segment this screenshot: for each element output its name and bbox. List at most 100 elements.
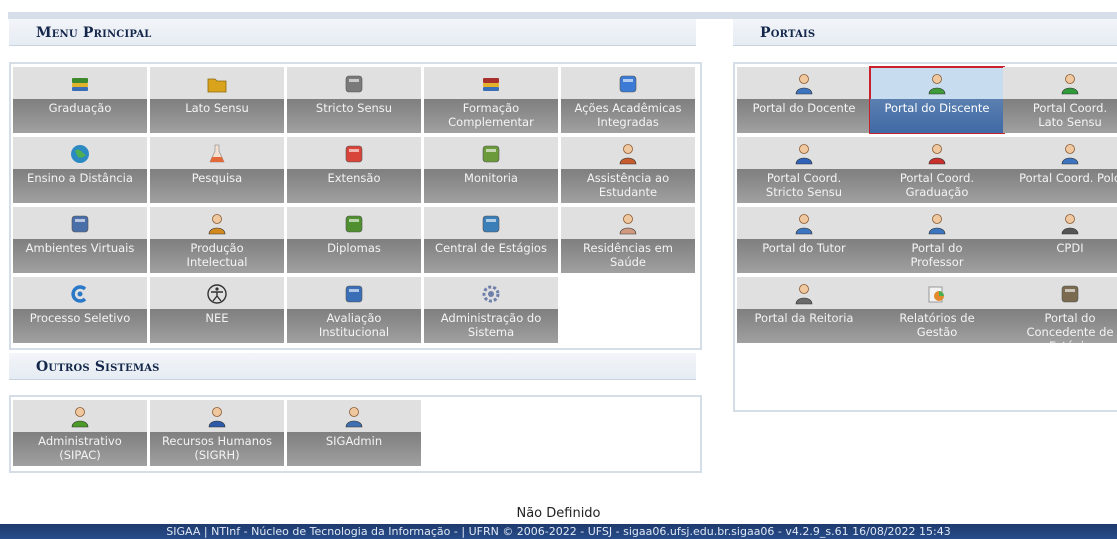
tile-label: Formação Complementar: [424, 99, 558, 133]
tile-central-de-estágios[interactable]: Central de Estágios: [424, 207, 558, 273]
footer-bar: SIGAA | NTInf - Núcleo de Tecnologia da …: [0, 524, 1117, 539]
tile-administração-do-sistema[interactable]: Administração do Sistema: [424, 277, 558, 343]
user-icon: [1059, 143, 1081, 165]
tile-label: Portal do Discente: [870, 99, 1004, 133]
tile-label: Administrativo (SIPAC): [13, 432, 147, 466]
tile-label: Portal da Reitoria: [737, 309, 871, 343]
portais-title: Portais: [760, 25, 816, 41]
tile-label: Portal Coord. Graduação: [870, 169, 1004, 203]
tile-label-line: Extensão: [327, 171, 381, 185]
tile-portal-coord-stricto-sensu[interactable]: Portal Coord. Stricto Sensu: [737, 137, 871, 203]
gift-icon: [343, 143, 365, 165]
outros-sistemas-title: Outros Sistemas: [36, 359, 160, 375]
tile-label: Portal do Professor: [870, 239, 1004, 273]
tile-label-line: Portal Coord.: [766, 171, 842, 185]
tile-label: Stricto Sensu: [287, 99, 421, 133]
user-icon: [206, 406, 228, 428]
tile-cpdi[interactable]: CPDI: [1003, 207, 1117, 273]
menu-principal-header: Menu Principal: [9, 19, 696, 46]
tile-extensão[interactable]: Extensão: [287, 137, 421, 203]
tile-nee[interactable]: NEE: [150, 277, 284, 343]
tile-assistência-ao-estudante[interactable]: Assistência ao Estudante: [561, 137, 695, 203]
tile-produção-intelectual[interactable]: Produção Intelectual: [150, 207, 284, 273]
tile-label: Ambientes Virtuais: [13, 239, 147, 273]
network-icon: [69, 213, 91, 235]
tile-label-line: Estágio: [1003, 339, 1117, 343]
tile-portal-coord-polo[interactable]: Portal Coord. Polo: [1003, 137, 1117, 203]
tile-label-line: CPDI: [1056, 241, 1084, 255]
tile-diplomas[interactable]: Diplomas: [287, 207, 421, 273]
tile-label-line: Portal do Tutor: [762, 241, 846, 255]
puzzle-users-icon: [69, 406, 91, 428]
charts-icon: [926, 283, 948, 305]
tile-portal-do-concedente-de[interactable]: Portal doConcedente deEstágio: [1003, 277, 1117, 343]
accessibility-icon: [206, 283, 228, 305]
tile-portal-da-reitoria[interactable]: Portal da Reitoria: [737, 277, 871, 343]
tile-label-line: (SIPAC): [59, 448, 101, 462]
tile-residências-em-saúde[interactable]: Residências em Saúde: [561, 207, 695, 273]
tile-recursos-humanos-sigrh-[interactable]: Recursos Humanos (SIGRH): [150, 400, 284, 466]
tile-label-line: Avaliação: [326, 311, 382, 325]
tile-monitoria[interactable]: Monitoria: [424, 137, 558, 203]
tile-label: Graduação: [13, 99, 147, 133]
tile-label-line: Complementar: [448, 115, 534, 129]
book-icon: [480, 73, 502, 95]
tile-ensino-a-distância[interactable]: Ensino a Distância: [13, 137, 147, 203]
diploma-icon: [343, 213, 365, 235]
tile-portal-do-discente[interactable]: Portal do Discente: [869, 66, 1005, 134]
tile-processo-seletivo[interactable]: Processo Seletivo: [13, 277, 147, 343]
puzzle-icon: [617, 73, 639, 95]
tile-graduação[interactable]: Graduação: [13, 67, 147, 133]
presentation-icon: [480, 143, 502, 165]
tile-portal-coord-graduação[interactable]: Portal Coord. Graduação: [870, 137, 1004, 203]
support-user-icon: [617, 143, 639, 165]
tile-label: Residências em Saúde: [561, 239, 695, 273]
tile-label-line: Gestão: [916, 325, 958, 339]
flask-icon: [206, 143, 228, 165]
tile-label-line: Stricto Sensu: [315, 101, 393, 115]
tile-lato-sensu[interactable]: Lato Sensu: [150, 67, 284, 133]
folder-icon: [206, 73, 228, 95]
tile-pesquisa[interactable]: Pesquisa: [150, 137, 284, 203]
tile-ações-acadêmicas-integradas[interactable]: Ações Acadêmicas Integradas: [561, 67, 695, 133]
tile-label-line: NEE: [205, 311, 229, 325]
c-logo-icon: [69, 283, 91, 305]
tile-portal-do-docente[interactable]: Portal do Docente: [737, 67, 871, 133]
tile-stricto-sensu[interactable]: Stricto Sensu: [287, 67, 421, 133]
tile-relatórios-de-gestão[interactable]: Relatórios de Gestão: [870, 277, 1004, 343]
tile-avaliação-institucional[interactable]: Avaliação Institucional: [287, 277, 421, 343]
tile-portal-coord-lato-sensu[interactable]: Portal Coord. Lato Sensu: [1003, 67, 1117, 133]
gear-icon: [480, 283, 502, 305]
tile-label: Diplomas: [287, 239, 421, 273]
tile-label: SIGAdmin: [287, 432, 421, 466]
tile-label: Ações Acadêmicas Integradas: [561, 99, 695, 133]
tile-ambientes-virtuais[interactable]: Ambientes Virtuais: [13, 207, 147, 273]
tile-formação-complementar[interactable]: Formação Complementar: [424, 67, 558, 133]
portais-header: Portais: [733, 19, 1117, 46]
tile-label-line: Relatórios de: [899, 311, 975, 325]
tile-label: Recursos Humanos (SIGRH): [150, 432, 284, 466]
user-check-icon: [206, 213, 228, 235]
tile-label-line: Estudante: [598, 185, 658, 199]
outros-sistemas-panel: Administrativo (SIPAC) Recursos Humanos (SI…: [9, 395, 702, 473]
safe-icon: [343, 73, 365, 95]
tile-label: Avaliação Institucional: [287, 309, 421, 343]
tile-label: Central de Estágios: [424, 239, 558, 273]
tile-administrativo-sipac-[interactable]: Administrativo (SIPAC): [13, 400, 147, 466]
tile-portal-do-professor[interactable]: Portal do Professor: [870, 207, 1004, 273]
tile-label-line: Concedente de: [1026, 325, 1114, 339]
tile-label: Lato Sensu: [150, 99, 284, 133]
tile-sigadmin[interactable]: SIGAdmin: [287, 400, 421, 466]
checklist-icon: [343, 283, 365, 305]
tile-label-line: (SIGRH): [194, 448, 240, 462]
tile-portal-do-tutor[interactable]: Portal do Tutor: [737, 207, 871, 273]
tile-label: Assistência ao Estudante: [561, 169, 695, 203]
tile-label: Portal Coord. Stricto Sensu: [737, 169, 871, 203]
user-icon: [793, 143, 815, 165]
tile-label-line: Portal Coord.: [1032, 101, 1108, 115]
outros-sistemas-header: Outros Sistemas: [9, 353, 696, 380]
tile-label-line: Recursos Humanos: [161, 434, 273, 448]
top-accent-bar: [8, 12, 1117, 19]
tile-label: Administração do Sistema: [424, 309, 558, 343]
tile-label-line: Portal do: [911, 241, 963, 255]
